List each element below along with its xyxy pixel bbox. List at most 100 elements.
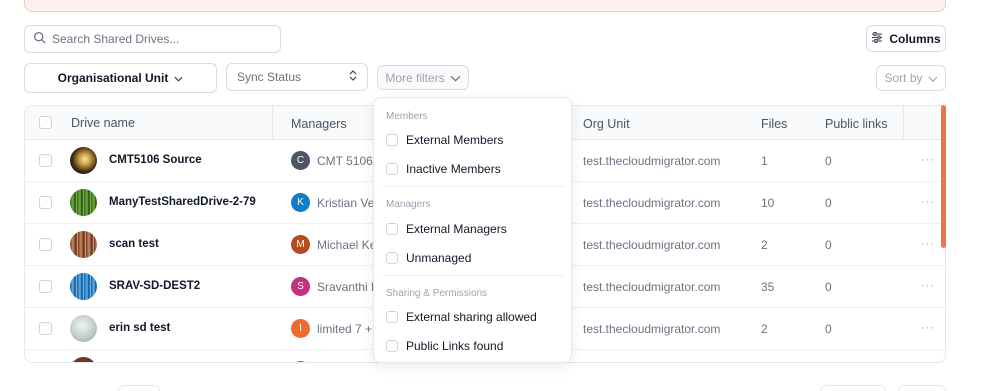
- manager-avatar: [291, 361, 310, 362]
- header-drive-name[interactable]: Drive name: [71, 116, 135, 130]
- public-links-cell: 0: [825, 154, 832, 168]
- public-links-cell: 0: [825, 196, 832, 210]
- org-unit-cell: test.thecloudmigrator.com: [583, 238, 721, 252]
- org-unit-filter[interactable]: Organisational Unit: [24, 63, 217, 93]
- row-checkbox[interactable]: [39, 280, 52, 293]
- header-public-links[interactable]: Public links: [825, 117, 888, 131]
- header-org-unit[interactable]: Org Unit: [583, 117, 630, 131]
- drive-avatar: [70, 357, 97, 362]
- sliders-icon: [871, 31, 883, 46]
- filter-label: External Members: [406, 133, 504, 147]
- filter-label: Public Links found: [406, 339, 504, 353]
- org-unit-cell: test.thecloudmigrator.com: [583, 154, 721, 168]
- manager-name: Sravanthi K: [317, 280, 380, 294]
- sync-status-select[interactable]: Sync Status: [226, 63, 368, 91]
- org-unit-cell: test.thecloudmigrator.com: [583, 196, 721, 210]
- column-divider: [903, 106, 904, 140]
- manager-name: Michael Ke: [317, 238, 377, 252]
- pagination-control[interactable]: [118, 385, 160, 391]
- more-filters-label: More filters: [385, 70, 445, 85]
- manager-avatar: C: [291, 151, 310, 170]
- alert-banner: [24, 0, 946, 12]
- sync-status-placeholder: Sync Status: [237, 70, 302, 84]
- public-links-cell: 0: [825, 322, 832, 336]
- drive-avatar: [70, 315, 97, 342]
- filter-label: Unmanaged: [406, 251, 472, 265]
- files-cell: 1: [761, 154, 768, 168]
- drive-avatar: [70, 189, 97, 216]
- filter-label: External sharing allowed: [406, 310, 537, 324]
- ellipsis-icon[interactable]: ···: [921, 238, 935, 250]
- filter-checkbox[interactable]: [386, 252, 398, 264]
- drive-name[interactable]: CMT5106 Source: [109, 154, 202, 166]
- menu-divider: [382, 275, 565, 276]
- ellipsis-icon[interactable]: ···: [921, 154, 935, 166]
- filter-external-managers[interactable]: External Managers: [386, 222, 507, 236]
- filter-checkbox[interactable]: [386, 340, 398, 352]
- columns-button[interactable]: Columns: [866, 25, 946, 52]
- menu-group-managers: Managers: [386, 199, 431, 210]
- files-cell: 35: [761, 280, 775, 294]
- manager-name: Kristian Ve: [317, 196, 375, 210]
- columns-label: Columns: [889, 31, 941, 46]
- filter-label: External Managers: [406, 222, 507, 236]
- menu-group-sharing: Sharing & Permissions: [386, 288, 488, 299]
- row-checkbox[interactable]: [39, 322, 52, 335]
- drive-name[interactable]: scan test: [109, 238, 159, 250]
- header-files[interactable]: Files: [761, 117, 787, 131]
- org-unit-label: Organisational Unit: [57, 71, 169, 85]
- org-unit-cell: test.thecloudmigrator.com: [583, 280, 721, 294]
- drive-name[interactable]: erin sd test: [109, 322, 170, 334]
- manager-name: CMT 5106: [317, 154, 373, 168]
- manager-avatar: S: [291, 277, 310, 296]
- row-checkbox[interactable]: [39, 154, 52, 167]
- search-box[interactable]: [24, 25, 281, 53]
- manager-name: limited 7 +: [317, 322, 372, 336]
- filter-checkbox[interactable]: [386, 223, 398, 235]
- files-cell: 2: [761, 238, 768, 252]
- files-cell: 2: [761, 322, 768, 336]
- sort-by-label: Sort by: [884, 71, 923, 85]
- public-links-cell: 0: [825, 280, 832, 294]
- filter-unmanaged[interactable]: Unmanaged: [386, 251, 471, 265]
- ellipsis-icon[interactable]: ···: [921, 280, 935, 292]
- drive-avatar: [70, 231, 97, 258]
- public-links-cell: 0: [825, 238, 832, 252]
- drive-avatar: [70, 147, 97, 174]
- filter-checkbox[interactable]: [386, 311, 398, 323]
- manager-avatar: M: [291, 235, 310, 254]
- files-cell: 10: [761, 196, 775, 210]
- filter-external-sharing[interactable]: External sharing allowed: [386, 310, 537, 324]
- pagination-control[interactable]: [898, 385, 946, 391]
- sort-by-button[interactable]: Sort by: [876, 65, 946, 91]
- more-filters-menu: Members External Members Inactive Member…: [373, 97, 572, 363]
- ellipsis-icon[interactable]: ···: [921, 196, 935, 208]
- chevron-down-icon: [174, 71, 183, 85]
- drive-name[interactable]: ManyTestSharedDrive-2-79: [109, 196, 256, 208]
- pagination-control[interactable]: [820, 385, 886, 391]
- filter-inactive-members[interactable]: Inactive Members: [386, 162, 501, 176]
- ellipsis-icon[interactable]: ···: [921, 322, 935, 334]
- row-checkbox[interactable]: [39, 238, 52, 251]
- header-managers[interactable]: Managers: [291, 117, 347, 131]
- row-checkbox[interactable]: [39, 196, 52, 209]
- search-input[interactable]: [52, 32, 272, 46]
- filter-checkbox[interactable]: [386, 163, 398, 175]
- manager-avatar: K: [291, 193, 310, 212]
- manager-extra: +: [365, 322, 373, 336]
- updown-chevron-icon: [349, 70, 357, 84]
- select-all-checkbox[interactable]: [39, 116, 52, 129]
- table-scrollbar[interactable]: [941, 105, 946, 248]
- filter-checkbox[interactable]: [386, 134, 398, 146]
- manager-avatar: l: [291, 319, 310, 338]
- filter-label: Inactive Members: [406, 162, 501, 176]
- drive-name[interactable]: SRAV-SD-DEST2: [109, 280, 200, 292]
- chevron-down-icon: [450, 71, 461, 85]
- menu-group-members: Members: [386, 111, 428, 122]
- filter-external-members[interactable]: External Members: [386, 133, 503, 147]
- filter-public-links[interactable]: Public Links found: [386, 339, 503, 353]
- chevron-down-icon: [928, 71, 938, 85]
- org-unit-cell: test.thecloudmigrator.com: [583, 322, 721, 336]
- more-filters-button[interactable]: More filters: [377, 65, 469, 90]
- column-divider: [272, 106, 273, 140]
